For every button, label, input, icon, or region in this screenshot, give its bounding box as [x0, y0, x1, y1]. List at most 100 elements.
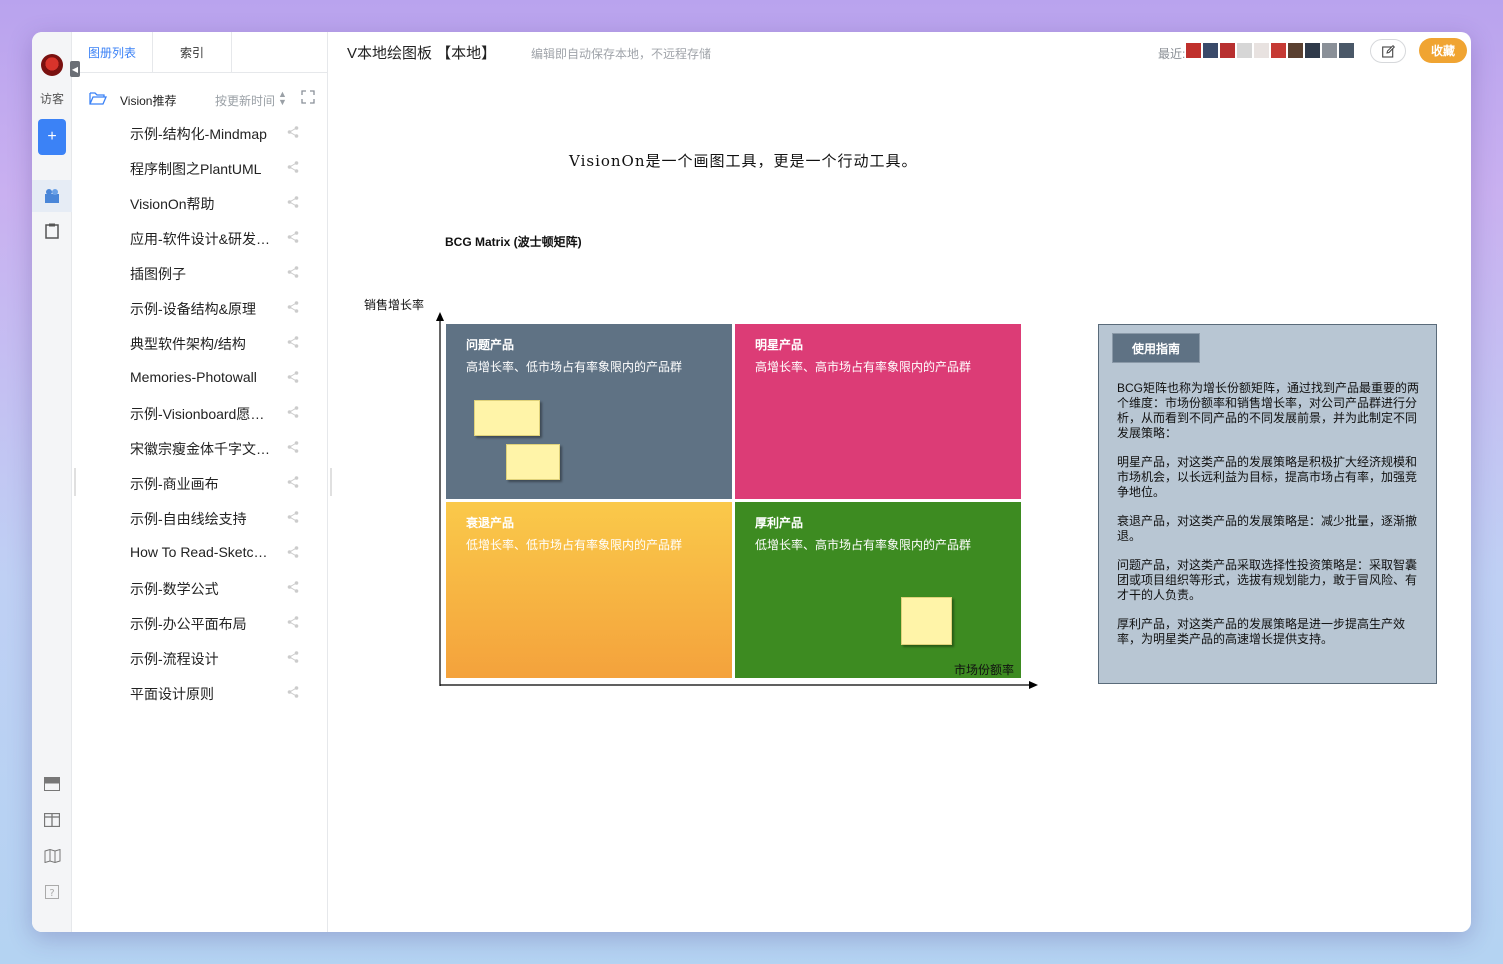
app-window: 访客 + ? ◀ 图册列表 索引 Vision推荐 按更新时间 ▲ ▼ 示例-结…	[32, 32, 1471, 932]
list-item[interactable]: 示例-自由线绘支持	[72, 500, 328, 535]
list-item-label: 示例-结构化-Mindmap	[130, 126, 267, 142]
x-axis-label[interactable]: 市场份额率	[954, 661, 1014, 678]
clipboard-nav-button[interactable]	[32, 215, 72, 247]
sort-icon[interactable]: ▲ ▼	[278, 90, 287, 107]
guide-paragraph: BCG矩阵也称为增长份额矩阵，通过找到产品最重要的两个维度：市场份额率和销售增长…	[1117, 381, 1420, 440]
list-item[interactable]: VisionOn帮助	[72, 185, 328, 220]
quadrant-title: 明星产品	[755, 338, 804, 352]
quadrant-desc: 高增长率、高市场占有率象限内的产品群	[755, 360, 972, 374]
list-item-label: 插图例子	[130, 266, 186, 282]
user-label: 访客	[39, 92, 64, 106]
quadrant-profit[interactable]: 厚利产品 低增长率、高市场占有率象限内的产品群	[735, 502, 1021, 678]
quadrant-title: 厚利产品	[755, 516, 804, 530]
list-item[interactable]: 示例-商业画布	[72, 465, 328, 500]
share-icon[interactable]	[287, 476, 299, 488]
share-icon[interactable]	[287, 686, 299, 698]
page-title: V本地绘图板 【本地】	[347, 45, 497, 62]
recent-label: 最近:	[1158, 47, 1186, 61]
map-icon	[44, 849, 60, 863]
share-icon[interactable]	[287, 406, 299, 418]
list-item[interactable]: How To Read-Sketchnote	[72, 535, 328, 570]
list-item[interactable]: 典型软件架构/结构	[72, 325, 328, 360]
tagline[interactable]: VisionOn是一个画图工具，更是一个行动工具。	[569, 150, 918, 171]
expand-icon[interactable]	[301, 90, 315, 104]
list-item[interactable]: 程序制图之PlantUML	[72, 150, 328, 185]
recent-thumbnail[interactable]	[1203, 43, 1218, 58]
avatar[interactable]	[41, 54, 63, 76]
list-item[interactable]: 示例-设备结构&原理	[72, 290, 328, 325]
share-icon[interactable]	[287, 441, 299, 453]
tab-album-list[interactable]: 图册列表	[72, 32, 152, 73]
list-item[interactable]: 示例-流程设计	[72, 640, 328, 675]
sort-label[interactable]: 按更新时间	[215, 92, 275, 109]
album-list: 示例-结构化-Mindmap 程序制图之PlantUML VisionOn帮助 …	[72, 115, 328, 710]
favorite-button[interactable]: 收藏	[1419, 38, 1467, 63]
share-icon[interactable]	[287, 511, 299, 523]
drawing-canvas[interactable]: VisionOn是一个画图工具，更是一个行动工具。 BCG Matrix (波士…	[328, 72, 1471, 932]
share-icon[interactable]	[287, 581, 299, 593]
recent-thumbnail[interactable]	[1237, 43, 1252, 58]
guide-text: BCG矩阵也称为增长份额矩阵，通过找到产品最重要的两个维度：市场份额率和销售增长…	[1117, 381, 1423, 661]
list-item-label: Memories-Photowall	[130, 369, 257, 385]
tab-index[interactable]: 索引	[152, 32, 232, 73]
share-icon[interactable]	[287, 196, 299, 208]
list-item-label: 示例-Visionboard愿景板	[130, 406, 275, 422]
add-button[interactable]: +	[38, 119, 66, 155]
recent-thumbnail[interactable]	[1186, 43, 1201, 58]
list-item[interactable]: 示例-数学公式	[72, 570, 328, 605]
sticky-note[interactable]	[506, 444, 560, 480]
collapse-rail-icon[interactable]: ◀	[70, 61, 80, 77]
list-item-label: 示例-商业画布	[130, 476, 219, 492]
guide-panel[interactable]: 使用指南 BCG矩阵也称为增长份额矩阵，通过找到产品最重要的两个维度：市场份额率…	[1098, 324, 1437, 684]
recent-thumbnail[interactable]	[1271, 43, 1286, 58]
bcg-title[interactable]: BCG Matrix (波士顿矩阵)	[445, 233, 582, 250]
list-item[interactable]: 应用-软件设计&研发流程	[72, 220, 328, 255]
resize-handle-left[interactable]	[74, 468, 76, 496]
list-item[interactable]: 示例-办公平面布局	[72, 605, 328, 640]
list-item[interactable]: 示例-Visionboard愿景板	[72, 395, 328, 430]
recent-thumbnail[interactable]	[1322, 43, 1337, 58]
save-hint: 编辑即自动保存本地，不远程存储	[531, 47, 712, 61]
folder-row[interactable]: Vision推荐 按更新时间 ▲ ▼	[72, 88, 328, 110]
share-icon[interactable]	[287, 336, 299, 348]
sticky-note[interactable]	[474, 400, 540, 436]
quadrant-star[interactable]: 明星产品 高增长率、高市场占有率象限内的产品群	[735, 324, 1021, 499]
share-icon[interactable]	[287, 301, 299, 313]
map-button[interactable]	[32, 840, 72, 872]
guide-button[interactable]: 使用指南	[1112, 333, 1200, 363]
guide-paragraph: 厚利产品，对这类产品的发展策略是进一步提高生产效率，为明星类产品的高速增长提供支…	[1117, 617, 1406, 646]
quadrant-decline[interactable]: 衰退产品 低增长率、低市场占有率象限内的产品群	[446, 502, 732, 678]
edit-button[interactable]	[1370, 39, 1406, 63]
list-item[interactable]: 宋徽宗瘦金体千字文临摹	[72, 430, 328, 465]
share-icon[interactable]	[287, 651, 299, 663]
share-icon[interactable]	[287, 266, 299, 278]
recent-thumbnail[interactable]	[1288, 43, 1303, 58]
share-icon[interactable]	[287, 231, 299, 243]
svg-text:?: ?	[49, 888, 54, 899]
folder-name: Vision推荐	[120, 94, 177, 108]
layout-top-button[interactable]	[32, 768, 72, 800]
list-item-label: 示例-办公平面布局	[130, 616, 247, 632]
list-item-label: 典型软件架构/结构	[130, 336, 246, 352]
sticky-note[interactable]	[901, 597, 952, 645]
help-button[interactable]: ?	[32, 876, 72, 908]
list-item[interactable]: Memories-Photowall	[72, 360, 328, 395]
recent-thumbnail[interactable]	[1254, 43, 1269, 58]
share-icon[interactable]	[287, 616, 299, 628]
share-icon[interactable]	[287, 371, 299, 383]
share-icon[interactable]	[287, 161, 299, 173]
guide-paragraph: 衰退产品，对这类产品的发展策略是：减少批量，逐渐撤退。	[1117, 514, 1418, 543]
recent-thumbnail[interactable]	[1339, 43, 1354, 58]
layout-split-button[interactable]	[32, 804, 72, 836]
folder-open-icon	[89, 92, 107, 105]
album-nav-button[interactable]	[32, 180, 72, 212]
list-item-label: 示例-数学公式	[130, 581, 219, 597]
share-icon[interactable]	[287, 126, 299, 138]
recent-thumbnail[interactable]	[1220, 43, 1235, 58]
share-icon[interactable]	[287, 546, 299, 558]
list-item[interactable]: 平面设计原则	[72, 675, 328, 710]
y-axis-label[interactable]: 销售增长率	[364, 296, 424, 313]
recent-thumbnail[interactable]	[1305, 43, 1320, 58]
list-item[interactable]: 插图例子	[72, 255, 328, 290]
list-item[interactable]: 示例-结构化-Mindmap	[72, 115, 328, 150]
